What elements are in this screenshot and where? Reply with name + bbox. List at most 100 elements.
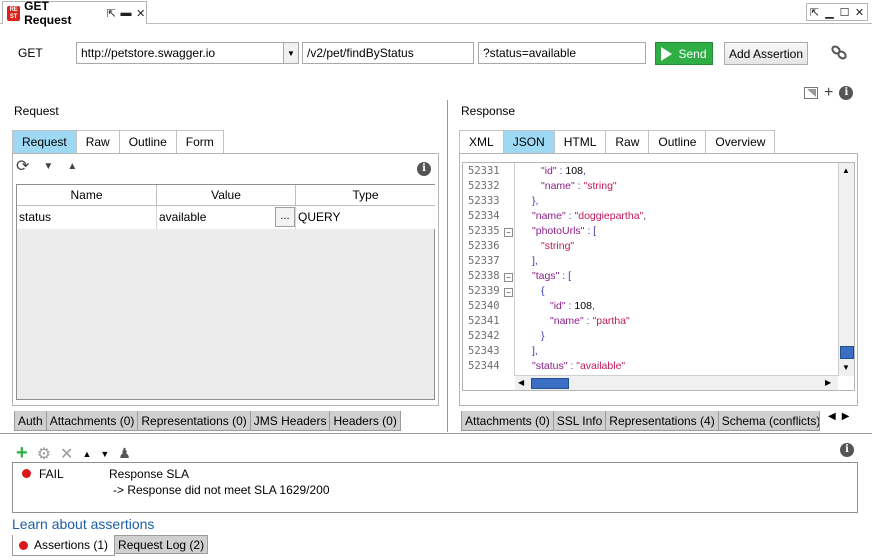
tab-outline-response[interactable]: Outline xyxy=(648,130,707,153)
scroll-left-icon[interactable]: ◀ xyxy=(518,378,524,387)
info-icon[interactable]: i xyxy=(839,86,854,100)
assertions-info-icon[interactable]: i xyxy=(840,443,854,457)
configure-icon[interactable]: ⚙ xyxy=(37,444,51,464)
undock-icon[interactable]: ⇱ xyxy=(106,7,117,20)
json-line: "status" : "available" xyxy=(532,360,625,372)
value-editor-button[interactable]: ... xyxy=(275,207,295,227)
tab-assertions-label: Assertions (1) xyxy=(34,538,109,552)
tab-request[interactable]: Request xyxy=(12,130,77,153)
tab-raw[interactable]: Raw xyxy=(75,130,120,153)
minimize-tab-icon[interactable]: ▬ xyxy=(121,7,132,19)
tab-scroll-left-icon[interactable]: ◀ xyxy=(828,411,836,422)
scroll-right-icon[interactable]: ▶ xyxy=(825,378,831,387)
line-number: 52339 xyxy=(468,285,500,297)
json-val: "string" xyxy=(541,240,575,252)
delete-icon[interactable]: ✕ xyxy=(60,444,73,464)
layout-toolbar: + i xyxy=(804,84,854,102)
panel-splitter[interactable] xyxy=(447,100,448,432)
tab-request-log[interactable]: Request Log (2) xyxy=(114,535,209,554)
tab-xml[interactable]: XML xyxy=(459,130,504,153)
tab-html[interactable]: HTML xyxy=(553,130,607,153)
column-header-value[interactable]: Value xyxy=(157,185,296,206)
tab-title: GET Request xyxy=(24,0,72,27)
tab-ssl-info[interactable]: SSL Info xyxy=(552,411,607,431)
response-tabs: XML JSON HTML Raw Outline Overview xyxy=(459,130,776,153)
move-down-icon[interactable]: ▼ xyxy=(43,161,53,172)
move-up-icon[interactable]: ▲ xyxy=(82,449,91,459)
line-number: 52338 xyxy=(468,270,500,282)
tab-response-attachments[interactable]: Attachments (0) xyxy=(461,411,554,431)
assertion-title[interactable]: Response SLA xyxy=(109,467,189,481)
resource-input[interactable]: /v2/pet/findByStatus xyxy=(302,42,474,64)
request-window-tab[interactable]: RE ST GET Request ⇱ ▬ ✕ xyxy=(2,0,147,27)
fold-toggle-icon[interactable]: − xyxy=(504,288,513,297)
tab-headers[interactable]: Headers (0) xyxy=(329,411,401,431)
assertions-divider[interactable] xyxy=(0,433,872,434)
line-number: 52334 xyxy=(468,210,500,222)
tab-jms-headers[interactable]: JMS Headers xyxy=(249,411,331,431)
line-number: 52335 xyxy=(468,225,500,237)
tab-response-representations[interactable]: Representations (4) xyxy=(605,411,719,431)
assertion-detail: -> Response did not meet SLA 1629/200 xyxy=(113,483,330,497)
tab-attachments[interactable]: Attachments (0) xyxy=(45,411,139,431)
user-icon[interactable]: ♟ xyxy=(118,445,131,462)
json-key: "tags" xyxy=(532,270,560,282)
params-info-icon[interactable]: i xyxy=(417,162,431,176)
add-panel-icon[interactable]: + xyxy=(824,84,833,102)
json-val: "partha" xyxy=(592,315,630,327)
tab-json[interactable]: JSON xyxy=(502,130,555,153)
line-number-gutter: 52331 52332 52333 52334 52335−52336 52337 5233… xyxy=(463,163,515,376)
learn-assertions-link[interactable]: Learn about assertions xyxy=(12,516,154,532)
refresh-icon[interactable]: ⟳ xyxy=(16,156,29,176)
close-tab-icon[interactable]: ✕ xyxy=(136,7,147,20)
http-method-label: GET xyxy=(18,46,43,60)
json-line: ], xyxy=(532,345,538,357)
line-number: 52344 xyxy=(468,360,500,372)
move-up-icon[interactable]: ▲ xyxy=(67,161,77,172)
json-sep: : xyxy=(559,270,569,282)
query-input[interactable]: ?status=available xyxy=(478,42,646,64)
json-val: }, xyxy=(532,195,539,207)
minimize-window-icon[interactable]: ▁ xyxy=(824,6,836,19)
tab-schema[interactable]: Schema (conflicts) xyxy=(717,411,820,431)
param-type-cell[interactable]: QUERY xyxy=(296,206,435,229)
maximize-window-icon[interactable]: ☐ xyxy=(839,6,851,19)
tab-outline[interactable]: Outline xyxy=(118,130,177,153)
tab-scroll-right-icon[interactable]: ▶ xyxy=(842,411,850,422)
link-icon[interactable] xyxy=(830,44,848,64)
tab-raw-response[interactable]: Raw xyxy=(605,130,650,153)
endpoint-dropdown-button[interactable]: ▼ xyxy=(283,42,299,64)
fold-toggle-icon[interactable]: − xyxy=(504,273,513,282)
json-val: "string" xyxy=(583,180,617,192)
request-bottom-tabs: Auth Attachments (0) Representations (0)… xyxy=(14,411,401,431)
line-number: 52341 xyxy=(468,315,500,327)
param-name-cell[interactable]: status xyxy=(17,206,157,229)
column-header-type[interactable]: Type xyxy=(296,185,435,206)
json-val: "doggiepartha" xyxy=(574,210,644,222)
endpoint-input[interactable]: http://petstore.swagger.io xyxy=(76,42,284,64)
fold-toggle-icon[interactable]: − xyxy=(504,228,513,237)
horizontal-scrollbar[interactable]: ◀ ▶ xyxy=(515,375,838,390)
tab-auth[interactable]: Auth xyxy=(14,411,47,431)
json-key: "name" xyxy=(541,180,575,192)
move-down-icon[interactable]: ▼ xyxy=(100,449,109,459)
tab-form[interactable]: Form xyxy=(175,130,224,153)
column-header-name[interactable]: Name xyxy=(17,185,157,206)
json-line: { xyxy=(541,285,545,297)
tab-overview[interactable]: Overview xyxy=(705,130,776,153)
line-number: 52333 xyxy=(468,195,500,207)
tab-representations[interactable]: Representations (0) xyxy=(137,411,251,431)
send-button[interactable]: Send xyxy=(655,42,713,65)
vertical-scrollbar[interactable]: ▲ ▼ xyxy=(838,163,854,376)
scroll-down-icon[interactable]: ▼ xyxy=(842,363,850,372)
json-key: "id" xyxy=(550,300,566,312)
scroll-up-icon[interactable]: ▲ xyxy=(842,166,850,175)
close-window-icon[interactable]: ✕ xyxy=(854,6,866,19)
undock-window-icon[interactable]: ⇱ xyxy=(809,6,821,19)
tab-assertions[interactable]: Assertions (1) xyxy=(12,535,116,556)
json-viewer[interactable]: 52331 52332 52333 52334 52335−52336 52337 5233… xyxy=(462,162,855,391)
horizontal-scroll-thumb[interactable] xyxy=(531,378,569,389)
add-assertion-button[interactable]: Add Assertion xyxy=(724,42,808,65)
vertical-scroll-thumb[interactable] xyxy=(840,346,854,359)
tile-panels-icon[interactable] xyxy=(804,87,818,99)
